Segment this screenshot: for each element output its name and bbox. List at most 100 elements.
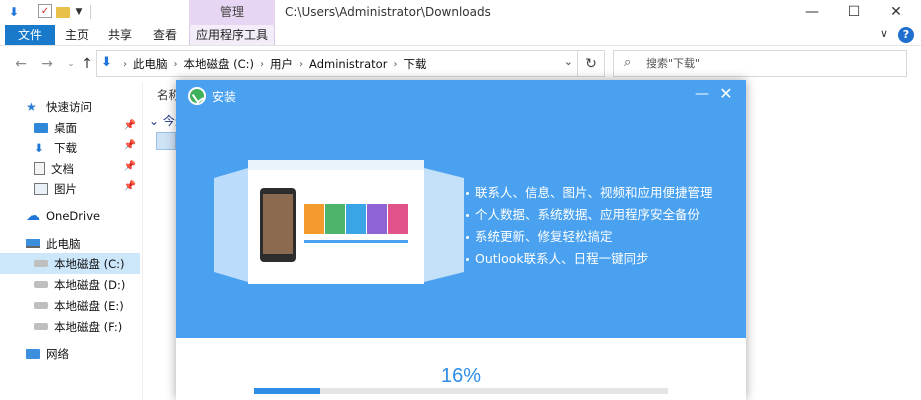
desktop-icon xyxy=(34,122,48,133)
close-button[interactable]: ✕ xyxy=(881,2,911,22)
sidebar-item-label: 下载 xyxy=(54,140,77,155)
search-input[interactable] xyxy=(646,53,896,74)
ribbon-expand-chevron-icon[interactable]: ∨ xyxy=(880,27,888,40)
ribbon-tabs: 文件 主页 共享 查看 应用程序工具 ∨ ? xyxy=(0,25,921,46)
download-icon: ⬇ xyxy=(34,140,44,155)
search-icon: ⌕ xyxy=(624,55,632,70)
tab-share[interactable]: 共享 xyxy=(103,25,137,45)
navigation-bar: ← → ⌄ ↑ ⬇ › 此电脑 › 本地磁盘 (C:) › 用户 › Admin… xyxy=(0,47,921,81)
pictures-icon xyxy=(34,182,48,195)
properties-check-icon[interactable]: ✓ xyxy=(38,4,52,18)
feature-text: Outlook联系人、日程一键同步 xyxy=(475,251,649,266)
forward-arrow-icon[interactable]: → xyxy=(38,55,56,73)
feature-item: Outlook联系人、日程一键同步 xyxy=(466,248,713,270)
pin-icon[interactable]: 📌 xyxy=(124,161,136,172)
sidebar-item-label: 本地磁盘 (E:) xyxy=(54,298,124,313)
address-bar[interactable]: ⬇ › 此电脑 › 本地磁盘 (C:) › 用户 › Administrator… xyxy=(96,50,578,77)
tab-view[interactable]: 查看 xyxy=(148,25,182,45)
new-folder-icon[interactable] xyxy=(56,7,70,18)
feature-text: 系统更新、修复轻松搞定 xyxy=(475,229,613,244)
sidebar-item-desktop[interactable]: 桌面 📌 xyxy=(34,117,140,138)
sidebar-item-label: 文档 xyxy=(51,161,74,176)
install-progress-bar xyxy=(254,388,668,394)
tab-application-tools[interactable]: 应用程序工具 xyxy=(189,25,275,45)
sidebar-item-label: 网络 xyxy=(46,346,69,361)
star-icon: ★ xyxy=(26,99,37,114)
storage-bar xyxy=(304,240,408,243)
search-box[interactable]: ⌕ xyxy=(613,50,907,77)
sidebar-item-label: 快速访问 xyxy=(46,99,92,114)
sidebar-item-documents[interactable]: 文档 📌 xyxy=(34,158,140,179)
tile-orange xyxy=(304,204,324,234)
feature-item: 系统更新、修复轻松搞定 xyxy=(466,226,713,248)
network-icon xyxy=(26,348,40,359)
window-path-title: C:\Users\Administrator\Downloads xyxy=(285,5,491,19)
drive-icon xyxy=(34,323,48,330)
manage-context-tab[interactable]: 管理 xyxy=(189,0,275,25)
document-icon xyxy=(34,162,45,175)
feature-item: 个人数据、系统数据、应用程序安全备份 xyxy=(466,204,713,226)
breadcrumb-local-disk-c[interactable]: 本地磁盘 (C:) xyxy=(184,56,255,72)
sidebar-item-label: 桌面 xyxy=(54,120,77,135)
up-arrow-icon[interactable]: ↑ xyxy=(78,55,96,73)
right-wing-panel xyxy=(424,168,464,282)
tab-home[interactable]: 主页 xyxy=(60,25,94,45)
sidebar-item-label: 图片 xyxy=(54,181,77,196)
product-screenshot-illustration xyxy=(214,160,464,284)
feature-list: 联系人、信息、图片、视频和应用便捷管理 个人数据、系统数据、应用程序安全备份 系… xyxy=(466,182,713,270)
installer-banner: 安装 — ✕ 联系人、信息、图片、视频和应用便捷管理 个人数据、系统数据、应用程… xyxy=(176,80,746,338)
breadcrumb-this-pc[interactable]: 此电脑 xyxy=(133,56,168,72)
tile-purple xyxy=(367,204,387,234)
feature-text: 联系人、信息、图片、视频和应用便捷管理 xyxy=(475,185,713,200)
help-icon[interactable]: ? xyxy=(898,27,914,43)
sidebar-item-label: OneDrive xyxy=(46,208,101,223)
phone-screen xyxy=(263,194,293,254)
customize-toolbar-chevron-icon[interactable]: ▼ xyxy=(74,4,84,20)
bullet-icon xyxy=(466,214,469,217)
breadcrumb-downloads[interactable]: 下载 xyxy=(403,56,426,72)
pin-icon[interactable]: 📌 xyxy=(124,181,136,192)
sidebar-item-local-disk-d[interactable]: 本地磁盘 (D:) xyxy=(34,274,140,295)
chevron-right-icon[interactable]: › xyxy=(393,59,397,70)
refresh-button[interactable]: ↻ xyxy=(578,50,605,77)
chevron-right-icon[interactable]: › xyxy=(174,59,178,70)
sidebar-item-label: 此电脑 xyxy=(46,236,81,251)
dialog-close-button[interactable]: ✕ xyxy=(718,86,734,102)
app-logo-icon xyxy=(188,87,206,105)
progress-percentage: 16% xyxy=(440,365,482,387)
installer-title: 安装 xyxy=(212,90,237,104)
breadcrumb-users[interactable]: 用户 xyxy=(270,56,293,72)
pin-icon[interactable]: 📌 xyxy=(124,120,136,131)
chevron-right-icon[interactable]: › xyxy=(260,59,264,70)
install-progress-fill xyxy=(254,388,321,394)
quick-access-down-arrow-icon[interactable]: ⬇ xyxy=(6,4,22,20)
toolbar-divider xyxy=(90,5,91,19)
cloud-icon: ☁ xyxy=(26,207,40,224)
drive-icon xyxy=(34,260,48,267)
sidebar-item-local-disk-f[interactable]: 本地磁盘 (F:) xyxy=(34,316,140,337)
back-arrow-icon[interactable]: ← xyxy=(12,55,30,73)
bullet-icon xyxy=(466,192,469,195)
pin-icon[interactable]: 📌 xyxy=(124,140,136,151)
sidebar-item-pictures[interactable]: 图片 📌 xyxy=(34,178,140,199)
maximize-button[interactable]: ☐ xyxy=(839,2,869,22)
dialog-minimize-button[interactable]: — xyxy=(694,86,710,102)
breadcrumb: › 此电脑 › 本地磁盘 (C:) › 用户 › Administrator ›… xyxy=(117,56,426,72)
tab-file[interactable]: 文件 xyxy=(5,25,55,45)
left-wing-panel xyxy=(214,168,248,282)
tile-blue xyxy=(346,204,366,234)
chevron-right-icon[interactable]: › xyxy=(123,59,127,70)
feature-text: 个人数据、系统数据、应用程序安全备份 xyxy=(475,207,701,222)
minimize-button[interactable]: — xyxy=(797,2,827,22)
sidebar-item-label: 本地磁盘 (F:) xyxy=(54,319,123,334)
sidebar-item-downloads[interactable]: ⬇ 下载 📌 xyxy=(34,137,140,158)
breadcrumb-administrator[interactable]: Administrator xyxy=(309,57,387,71)
sidebar-item-local-disk-e[interactable]: 本地磁盘 (E:) xyxy=(34,295,140,316)
chevron-right-icon[interactable]: › xyxy=(299,59,303,70)
sidebar-item-label: 本地磁盘 (D:) xyxy=(54,277,126,292)
computer-icon xyxy=(26,239,40,248)
address-history-chevron-icon[interactable]: ⌄ xyxy=(564,55,573,68)
sidebar-item-local-disk-c[interactable]: 本地磁盘 (C:) xyxy=(0,253,140,274)
installer-file-icon[interactable] xyxy=(156,132,176,150)
app-window-header xyxy=(248,160,424,170)
